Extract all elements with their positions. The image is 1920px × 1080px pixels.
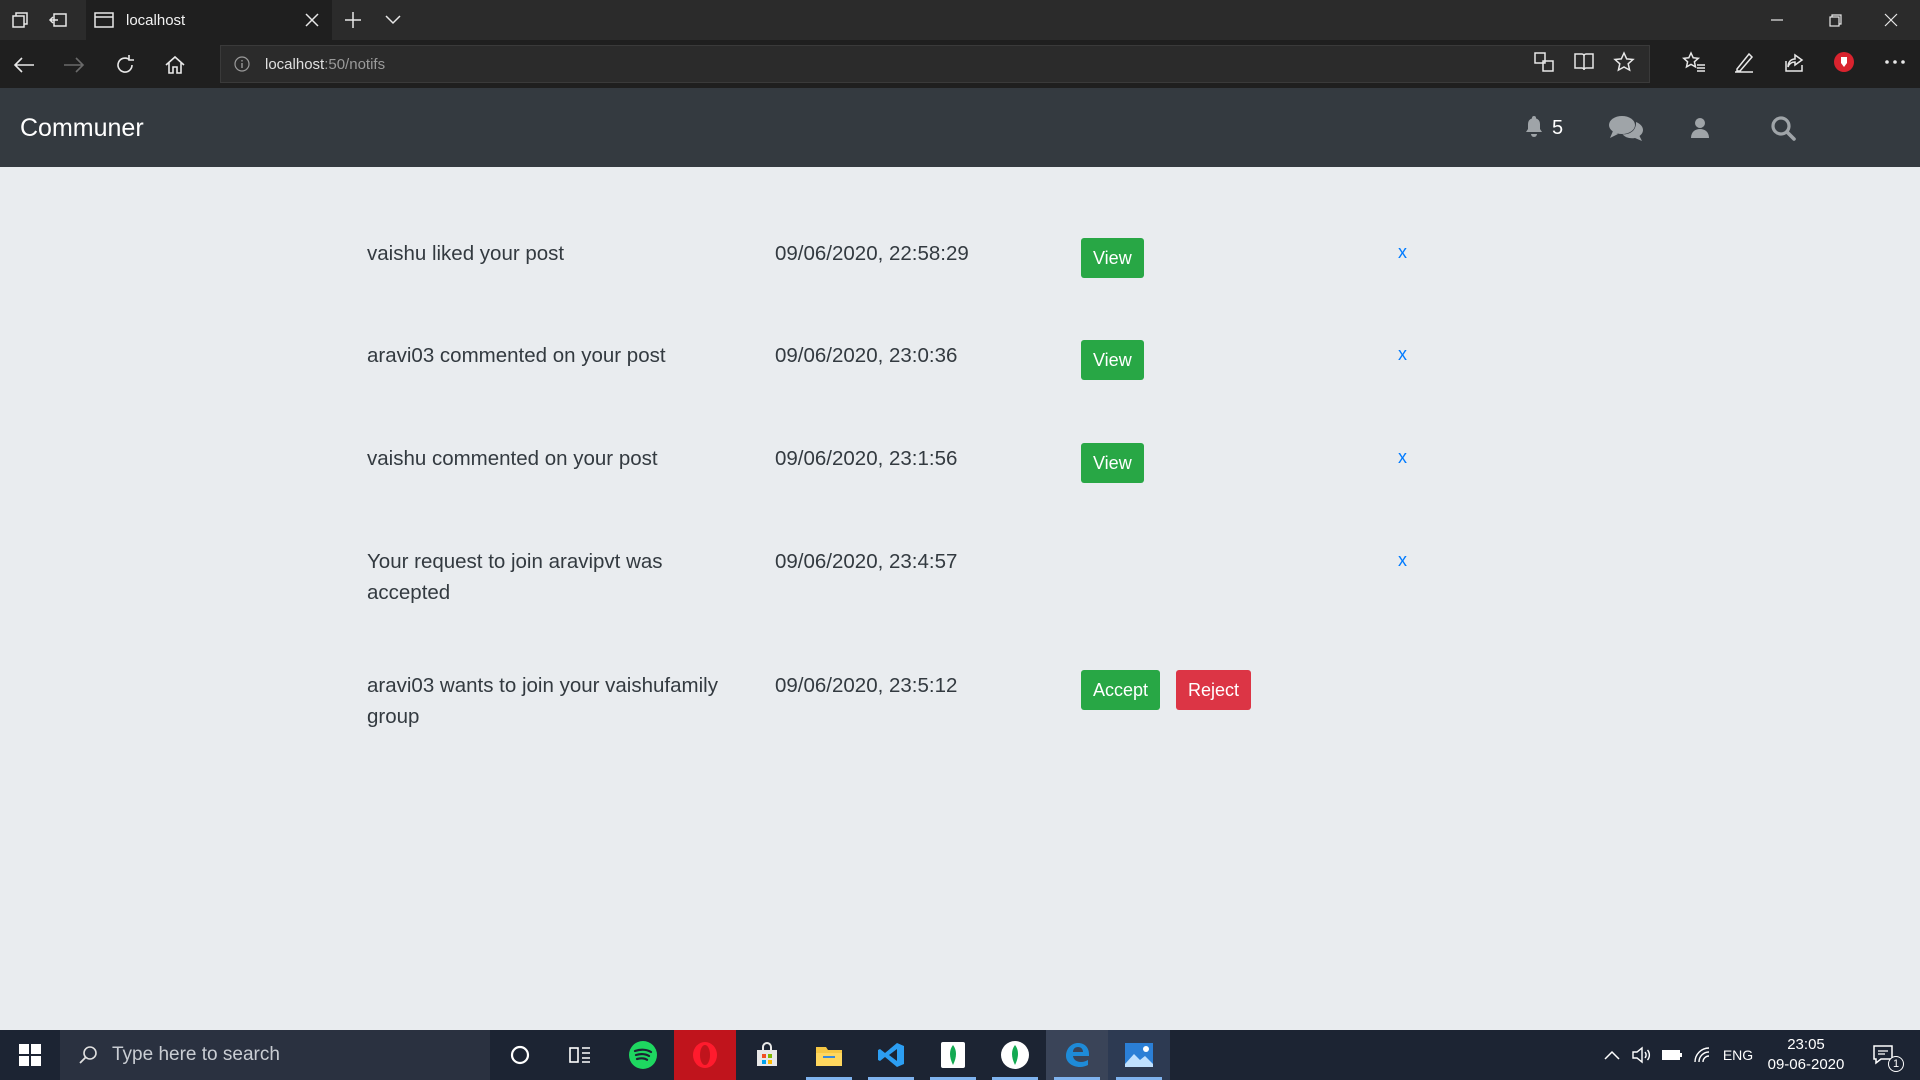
mongodb-icon[interactable] bbox=[984, 1030, 1046, 1080]
page-icon bbox=[92, 8, 116, 32]
notification-text: vaishu liked your post bbox=[367, 242, 565, 265]
mongodb-compass-icon[interactable] bbox=[922, 1030, 984, 1080]
notification-time: 09/06/2020, 23:1:56 bbox=[775, 447, 958, 470]
search-icon[interactable] bbox=[1770, 112, 1796, 144]
clock-date: 09-06-2020 bbox=[1767, 1056, 1845, 1073]
photos-icon[interactable] bbox=[1108, 1030, 1170, 1080]
notification-text: aravi03 commented on your post bbox=[367, 344, 666, 367]
notifications-link[interactable]: 5 bbox=[1524, 112, 1563, 144]
notification-time: 09/06/2020, 22:58:29 bbox=[775, 242, 969, 265]
restore-icon[interactable] bbox=[1806, 0, 1864, 40]
notification-time: 09/06/2020, 23:5:12 bbox=[775, 674, 958, 697]
notification-text: Your request to join aravipvt was accept… bbox=[367, 550, 663, 604]
notification-time: 09/06/2020, 23:0:36 bbox=[775, 344, 958, 367]
notification-time: 09/06/2020, 23:4:57 bbox=[775, 550, 958, 573]
chevron-down-icon[interactable] bbox=[381, 8, 405, 32]
close-tab-icon[interactable] bbox=[292, 0, 332, 40]
taskbar-search[interactable]: Type here to search bbox=[60, 1030, 490, 1080]
store-icon[interactable] bbox=[736, 1030, 798, 1080]
language-indicator[interactable]: ENG bbox=[1718, 1030, 1758, 1080]
dismiss-link[interactable]: x bbox=[1398, 242, 1407, 263]
system-clock[interactable]: 23:05 09-06-2020 bbox=[1756, 1035, 1856, 1075]
translate-icon[interactable] bbox=[1531, 49, 1557, 75]
site-info-icon[interactable] bbox=[233, 55, 251, 73]
address-bar-row: localhost:50/notifs bbox=[0, 40, 1920, 88]
dismiss-link[interactable]: x bbox=[1398, 447, 1407, 468]
task-view-icon[interactable] bbox=[549, 1030, 611, 1080]
favorite-star-icon[interactable] bbox=[1611, 49, 1637, 75]
edge-icon[interactable] bbox=[1046, 1030, 1108, 1080]
search-icon bbox=[76, 1043, 100, 1067]
reject-button[interactable]: Reject bbox=[1176, 670, 1252, 710]
notification-text: vaishu commented on your post bbox=[367, 447, 658, 470]
url-text: localhost:50/notifs bbox=[265, 56, 385, 73]
accept-button[interactable]: Accept bbox=[1081, 670, 1161, 710]
back-icon[interactable] bbox=[11, 52, 37, 78]
site-navbar: Communer 5 bbox=[0, 88, 1920, 167]
notification-badge: 1 bbox=[1888, 1056, 1904, 1072]
tab-collection-icon[interactable] bbox=[8, 8, 32, 32]
wifi-icon[interactable] bbox=[1690, 1030, 1716, 1080]
chevron-up-icon[interactable] bbox=[1600, 1030, 1624, 1080]
notification-text: aravi03 wants to join your vaishufamily … bbox=[367, 674, 718, 728]
view-button[interactable]: View bbox=[1081, 340, 1144, 380]
browser-tab-bar: localhost bbox=[0, 0, 1920, 40]
brand-logo[interactable]: Communer bbox=[20, 114, 144, 143]
spotify-icon[interactable] bbox=[612, 1030, 674, 1080]
url-host: localhost bbox=[265, 55, 325, 73]
file-explorer-icon[interactable] bbox=[798, 1030, 860, 1080]
action-center-icon[interactable]: 1 bbox=[1864, 1030, 1904, 1080]
dismiss-link[interactable]: x bbox=[1398, 550, 1407, 571]
dismiss-link[interactable]: x bbox=[1398, 344, 1407, 365]
windows-start-icon[interactable] bbox=[0, 1030, 60, 1080]
tab-title: localhost bbox=[126, 11, 186, 29]
vscode-icon[interactable] bbox=[860, 1030, 922, 1080]
battery-icon[interactable] bbox=[1658, 1030, 1686, 1080]
view-button[interactable]: View bbox=[1081, 443, 1144, 483]
refresh-icon[interactable] bbox=[112, 52, 138, 78]
share-icon[interactable] bbox=[1781, 49, 1807, 75]
clock-time: 23:05 bbox=[1787, 1036, 1825, 1053]
forward-icon[interactable] bbox=[61, 52, 87, 78]
view-button[interactable]: View bbox=[1081, 238, 1144, 278]
new-tab-icon[interactable] bbox=[341, 8, 365, 32]
home-icon[interactable] bbox=[162, 52, 188, 78]
notification-count: 5 bbox=[1552, 116, 1564, 139]
set-tabs-aside-icon[interactable] bbox=[46, 8, 70, 32]
pen-icon[interactable] bbox=[1731, 49, 1757, 75]
more-options-icon[interactable] bbox=[1882, 49, 1908, 75]
favorites-list-icon[interactable] bbox=[1681, 49, 1707, 75]
url-field[interactable]: localhost:50/notifs bbox=[220, 45, 1650, 83]
close-window-icon[interactable] bbox=[1862, 0, 1920, 40]
user-icon[interactable] bbox=[1691, 112, 1709, 144]
volume-icon[interactable] bbox=[1628, 1030, 1654, 1080]
browser-tab[interactable]: localhost bbox=[86, 0, 332, 40]
reading-view-icon[interactable] bbox=[1571, 49, 1597, 75]
bell-icon bbox=[1524, 115, 1544, 142]
chat-icon[interactable] bbox=[1608, 112, 1644, 144]
extension-icon[interactable] bbox=[1831, 49, 1857, 75]
url-path: :50/notifs bbox=[324, 55, 386, 73]
taskbar: Type here to search ENG 23:05 09-06-2020… bbox=[0, 1030, 1920, 1080]
minimize-icon[interactable] bbox=[1748, 0, 1806, 40]
opera-icon[interactable] bbox=[674, 1030, 736, 1080]
search-placeholder: Type here to search bbox=[112, 1044, 280, 1065]
cortana-icon[interactable] bbox=[489, 1030, 551, 1080]
